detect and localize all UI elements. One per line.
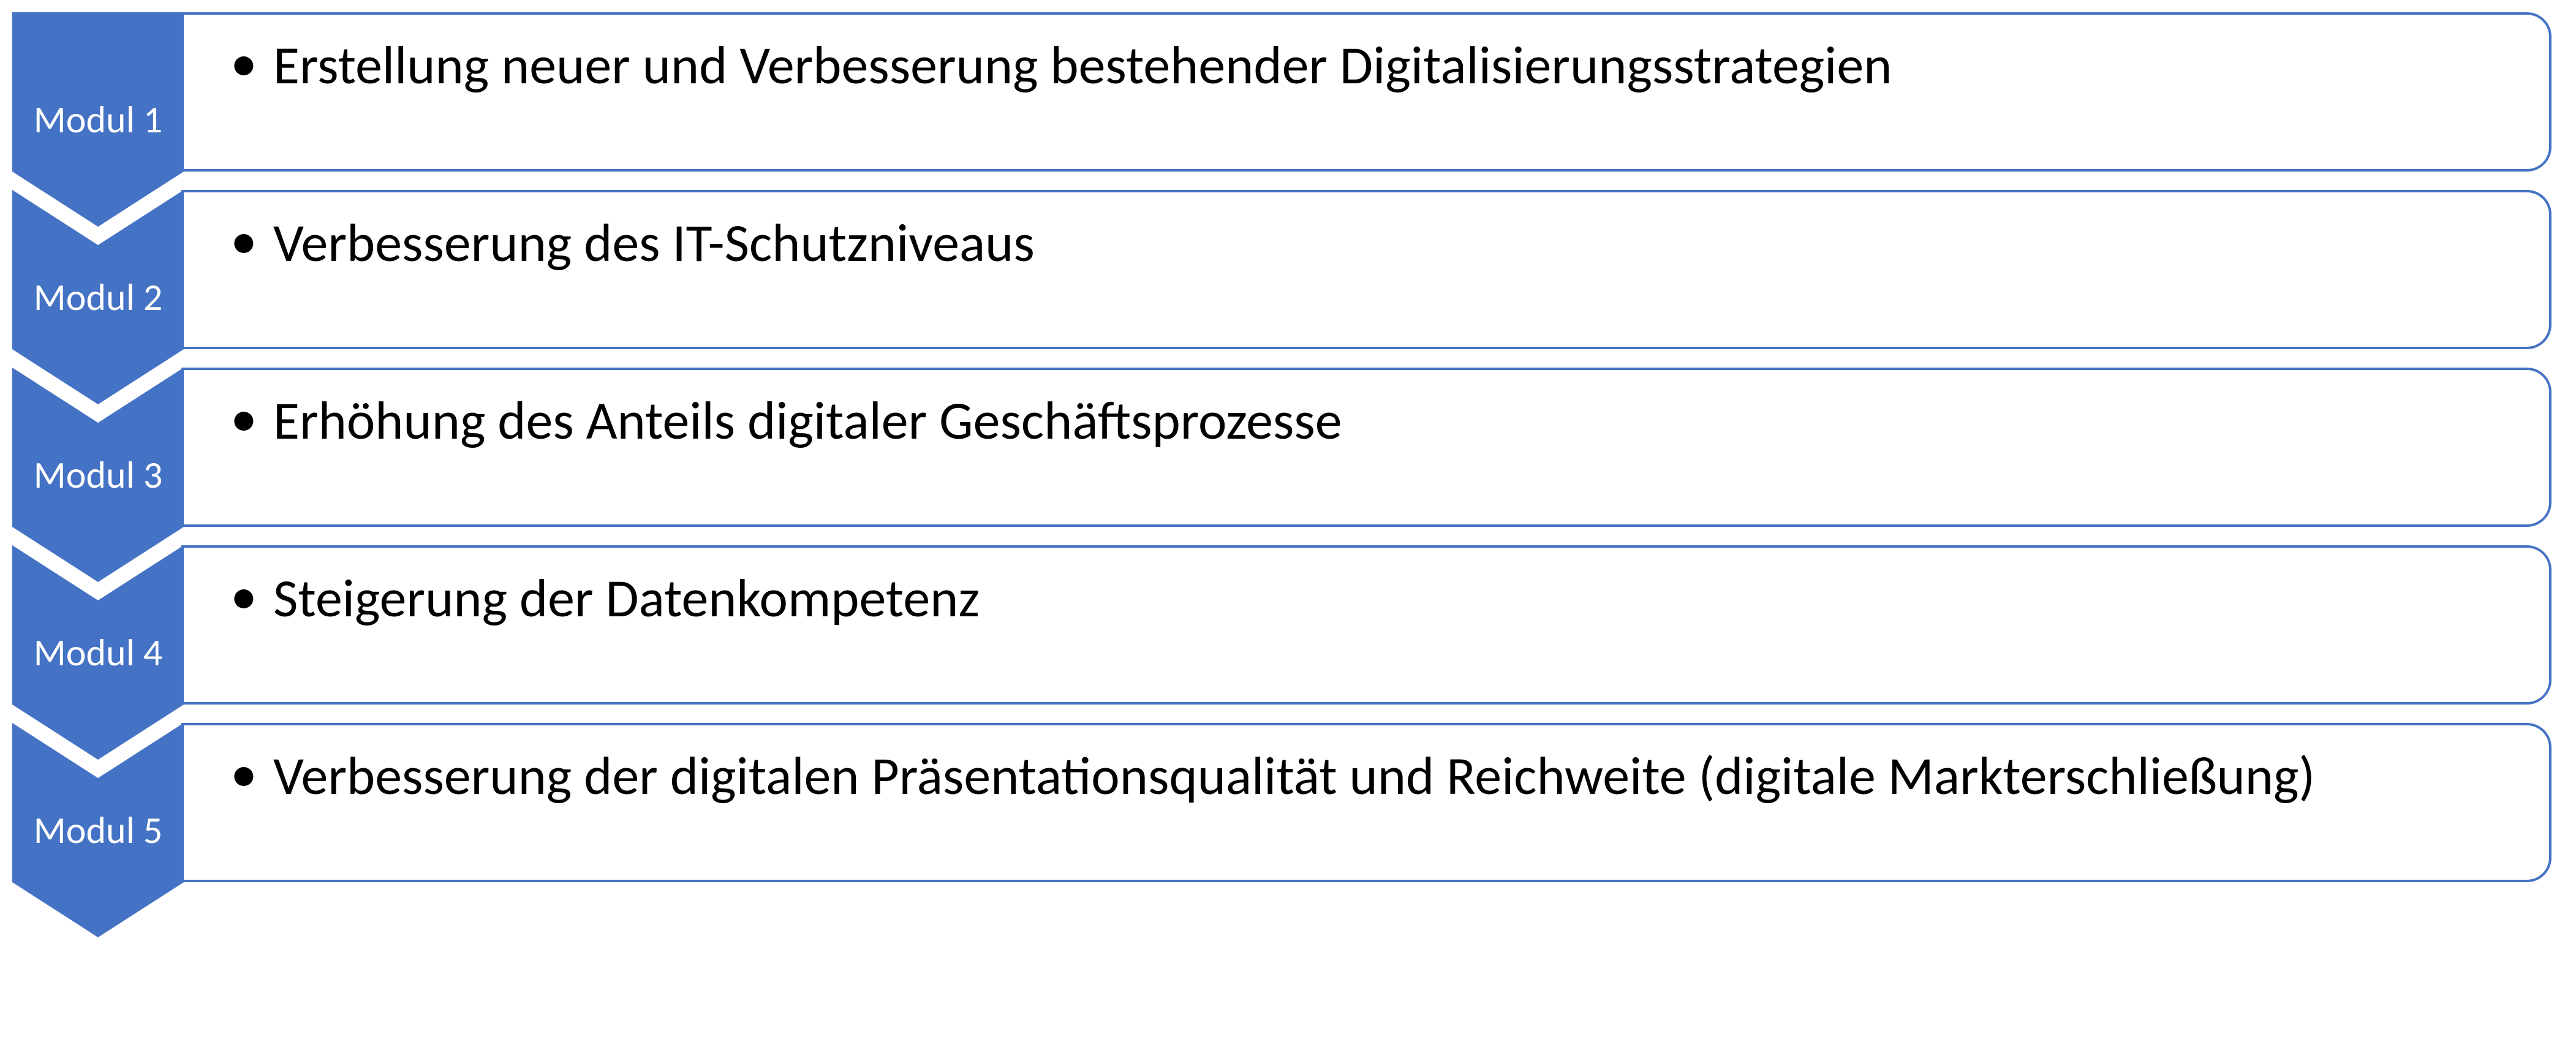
module-label: Modul 5 (12, 723, 184, 882)
module-bullet: Steigerung der Datenkompetenz (230, 566, 2512, 631)
module-content: Erstellung neuer und Verbesserung besteh… (181, 12, 2551, 172)
module-row: Modul 4 Steigerung der Datenkompetenz (12, 545, 2551, 705)
module-label: Modul 3 (12, 368, 184, 527)
module-bullet: Verbesserung des IT-Schutzniveaus (230, 211, 2512, 276)
module-label: Modul 2 (12, 190, 184, 349)
module-row: Modul 1 Erstellung neuer und Verbesserun… (12, 12, 2551, 172)
module-content: Verbesserung der digitalen Präsentations… (181, 723, 2551, 882)
module-bullet: Verbesserung der digitalen Präsentations… (230, 744, 2512, 809)
chevron-shape: Modul 5 (12, 723, 184, 937)
module-row: Modul 3 Erhöhung des Anteils digitaler G… (12, 368, 2551, 527)
module-content: Verbesserung des IT-Schutzniveaus (181, 190, 2551, 349)
module-label: Modul 4 (12, 545, 184, 705)
module-label: Modul 1 (12, 12, 184, 172)
module-row: Modul 5 Verbesserung der digitalen Präse… (12, 723, 2551, 882)
module-content: Erhöhung des Anteils digitaler Geschäfts… (181, 368, 2551, 527)
module-chevron-diagram: Modul 1 Erstellung neuer und Verbesserun… (12, 12, 2551, 882)
module-bullet: Erstellung neuer und Verbesserung besteh… (230, 33, 2512, 98)
module-bullet: Erhöhung des Anteils digitaler Geschäfts… (230, 388, 2512, 453)
module-content: Steigerung der Datenkompetenz (181, 545, 2551, 705)
module-row: Modul 2 Verbesserung des IT-Schutzniveau… (12, 190, 2551, 349)
